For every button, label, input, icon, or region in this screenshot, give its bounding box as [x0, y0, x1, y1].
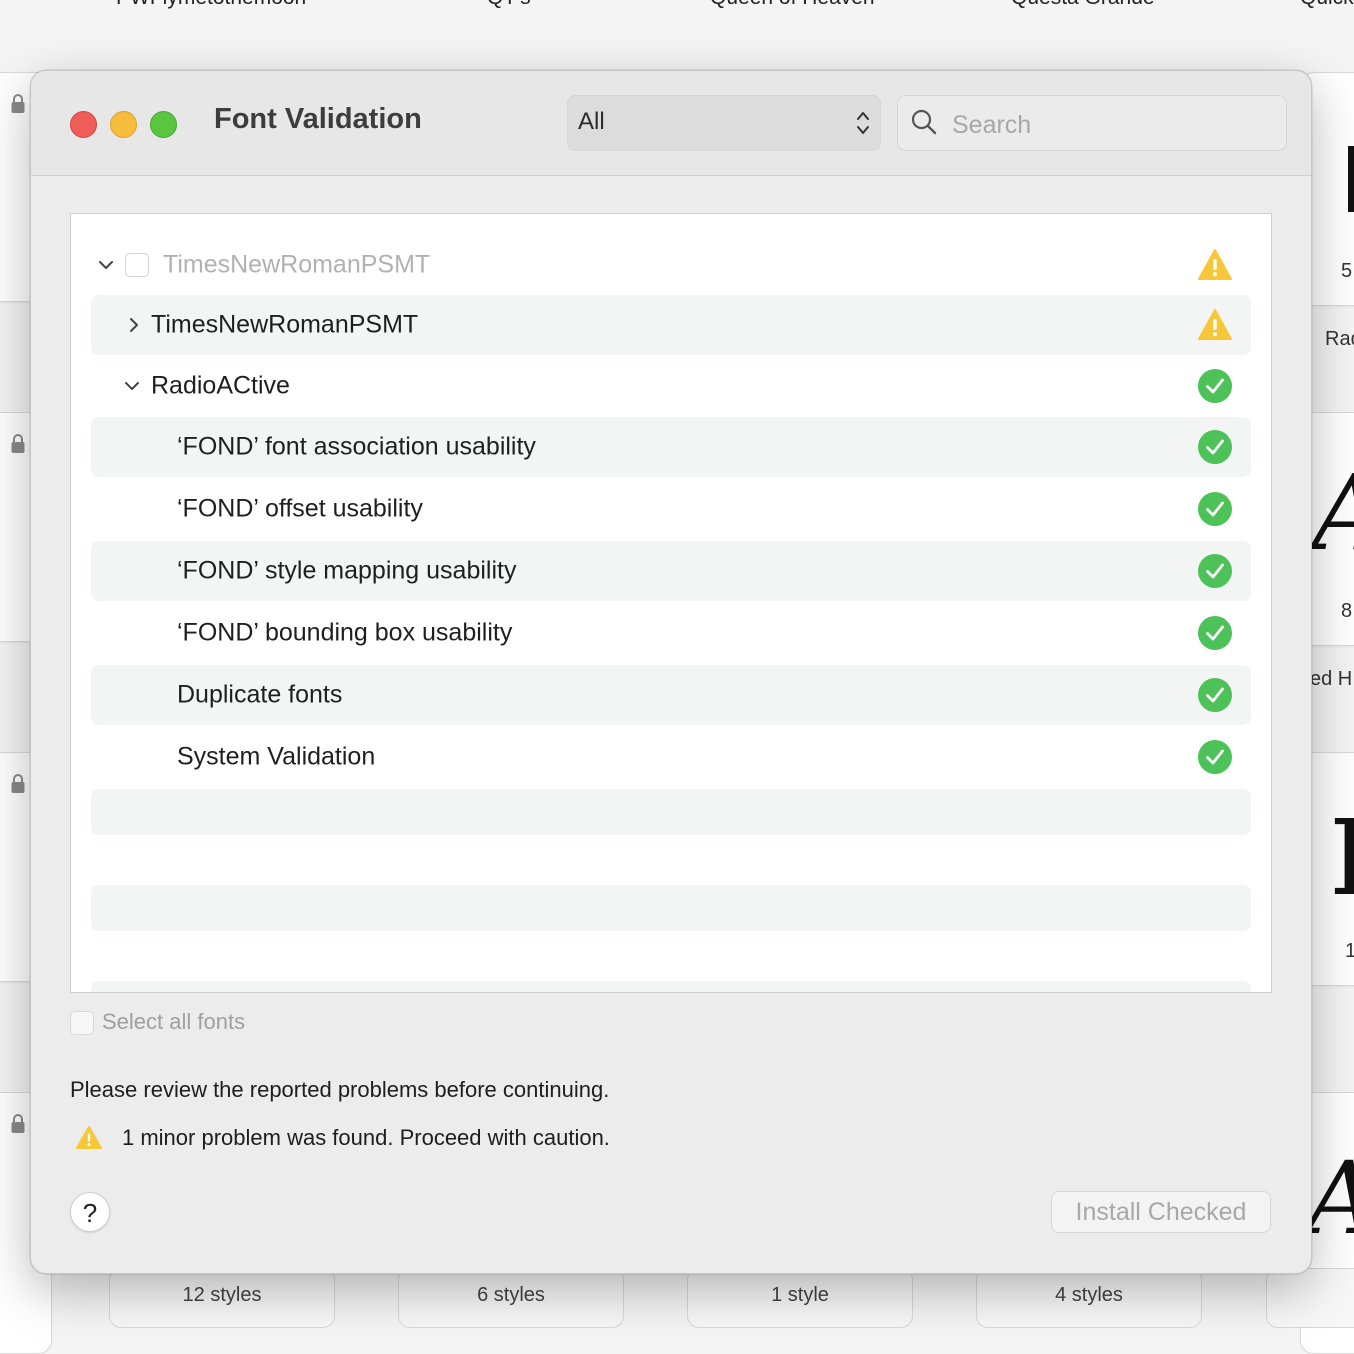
filter-selected-value: All	[578, 108, 605, 135]
font-name-label[interactable]: PWFlymetothemoon	[116, 0, 306, 10]
font-file-row[interactable]: TimesNewRomanPSMT	[91, 235, 1251, 295]
checkmark-circle-icon	[1198, 492, 1232, 526]
validation-check-row[interactable]: Duplicate fonts	[91, 665, 1251, 725]
problem-message: 1 minor problem was found. Proceed with …	[122, 1125, 610, 1150]
style-count-label: 12 styles	[109, 1268, 335, 1328]
row-label: RadioACtive	[151, 371, 290, 400]
search-icon	[911, 109, 937, 135]
checkmark-circle-icon	[1198, 369, 1232, 403]
glyph-preview: F	[1330, 796, 1354, 919]
validation-results-list[interactable]: TimesNewRomanPSMT TimesNewRomanPSMT Radi…	[70, 213, 1272, 993]
zoom-button[interactable]	[150, 111, 177, 138]
checkmark-circle-icon	[1198, 678, 1232, 712]
lock-icon	[11, 434, 25, 453]
row-label: TimesNewRomanPSMT	[151, 310, 419, 339]
chevron-right-icon[interactable]	[125, 316, 143, 334]
up-down-chevron-icon	[857, 112, 869, 134]
warning-icon	[1198, 249, 1232, 280]
warning-icon	[1198, 309, 1232, 340]
select-all-checkbox[interactable]	[70, 1011, 94, 1035]
font-name-label[interactable]: Quick	[1300, 0, 1354, 10]
chevron-down-icon[interactable]	[123, 377, 141, 395]
warning-icon	[76, 1126, 102, 1149]
row-label: System Validation	[177, 742, 376, 771]
validation-check-row[interactable]: ‘FOND’ bounding box usability	[91, 603, 1251, 663]
empty-row	[91, 885, 1251, 931]
checkmark-circle-icon	[1198, 430, 1232, 464]
glyph-preview-stroke	[1348, 146, 1354, 212]
row-label: ‘FOND’ bounding box usability	[177, 618, 513, 647]
font-row[interactable]: TimesNewRomanPSMT	[91, 295, 1251, 355]
style-count-label: 4 styles	[976, 1268, 1202, 1328]
checkmark-circle-icon	[1198, 554, 1232, 588]
card-name-text: Rad	[1325, 328, 1354, 350]
empty-row	[91, 981, 1251, 992]
card-count-text: 5	[1341, 260, 1353, 282]
validation-check-row[interactable]: ‘FOND’ font association usability	[91, 417, 1251, 477]
card-count-text: 1	[1345, 940, 1354, 962]
style-count-label: 1 style	[687, 1268, 913, 1328]
row-label: ‘FOND’ offset usability	[177, 494, 423, 523]
row-label: Duplicate fonts	[177, 680, 343, 709]
glyph-preview: A	[1312, 452, 1354, 574]
row-label: TimesNewRomanPSMT	[163, 250, 431, 279]
search-field[interactable]	[897, 95, 1287, 151]
card-name-text: ed H	[1310, 668, 1353, 690]
filter-popup[interactable]: All	[567, 95, 881, 151]
search-input[interactable]	[950, 104, 1274, 146]
minimize-button[interactable]	[110, 111, 137, 138]
chevron-down-icon[interactable]	[97, 256, 115, 274]
empty-row	[91, 789, 1251, 835]
lock-icon	[11, 94, 25, 113]
row-label: ‘FOND’ font association usability	[177, 432, 536, 461]
help-button[interactable]: ?	[70, 1192, 110, 1232]
window-title: Font Validation	[214, 103, 422, 135]
font-row[interactable]: RadioACtive	[91, 356, 1251, 416]
checkmark-circle-icon	[1198, 740, 1232, 774]
font-name-label[interactable]: QT's	[487, 0, 531, 10]
font-name-label[interactable]: Queen of Heaven	[710, 0, 875, 10]
validation-check-row[interactable]: ‘FOND’ style mapping usability	[91, 541, 1251, 601]
title-bar: Font Validation All	[31, 71, 1311, 176]
glyph-preview: A	[1306, 1140, 1354, 1257]
validation-check-row[interactable]: System Validation	[91, 727, 1251, 787]
close-button[interactable]	[70, 111, 97, 138]
style-count-label	[1266, 1268, 1354, 1328]
row-label: ‘FOND’ style mapping usability	[177, 556, 517, 585]
font-file-checkbox[interactable]	[125, 253, 149, 277]
lock-icon	[11, 1114, 25, 1133]
review-message: Please review the reported problems befo…	[70, 1077, 610, 1102]
install-checked-button[interactable]: Install Checked	[1051, 1191, 1271, 1233]
font-name-label[interactable]: Questa Grande	[1011, 0, 1155, 10]
style-count-label: 6 styles	[398, 1268, 624, 1328]
card-count-text: 8	[1341, 600, 1353, 622]
validation-check-row[interactable]: ‘FOND’ offset usability	[91, 479, 1251, 539]
font-validation-dialog: Font Validation All TimesNewRomanPSMT	[30, 70, 1312, 1274]
checkmark-circle-icon	[1198, 616, 1232, 650]
select-all-label: Select all fonts	[102, 1009, 246, 1034]
lock-icon	[11, 774, 25, 793]
